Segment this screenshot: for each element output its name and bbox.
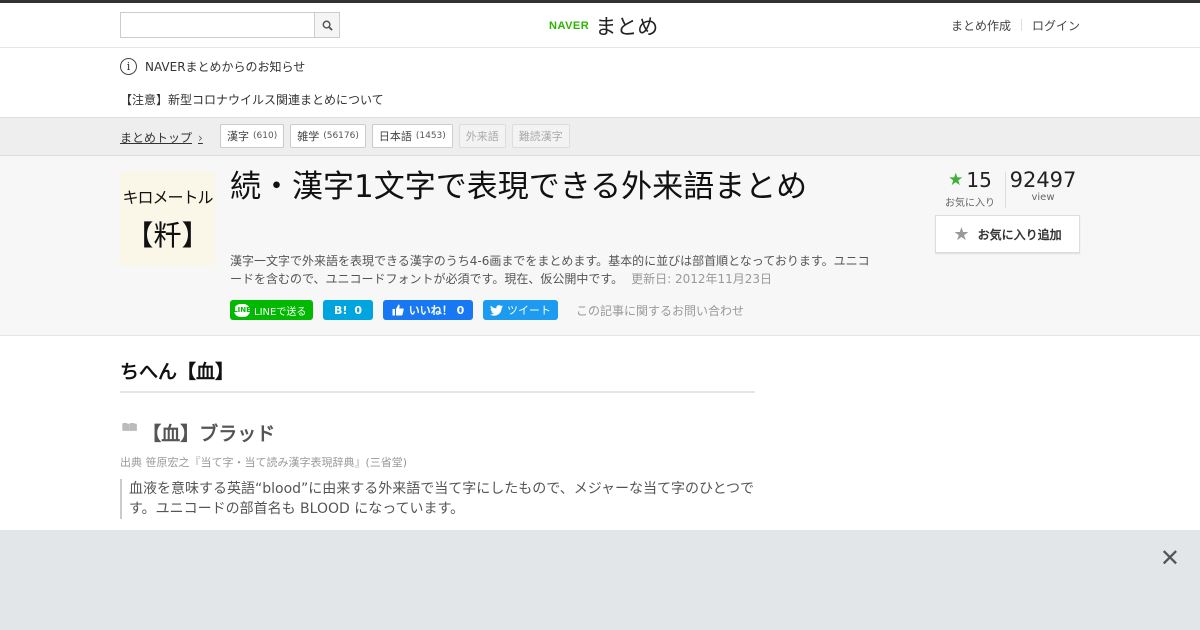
- view-count: 92497 view: [1006, 168, 1080, 209]
- tag-count: (56176): [323, 131, 359, 141]
- breadcrumb-top-label: まとめトップ: [120, 131, 193, 145]
- info-icon: i: [120, 58, 137, 75]
- article-description: 漢字一文字で外来語を表現できる漢字のうち4-6画までをまとめます。基本的に並びは…: [230, 252, 870, 288]
- login-link[interactable]: ログイン: [1032, 17, 1080, 34]
- quote-icon: ❝: [120, 422, 139, 443]
- facebook-like-label: いいね！ 0: [408, 304, 465, 317]
- article-stats: ★ 15 お気に入り 92497 view: [935, 168, 1080, 209]
- article-header: キロメートル 【粁】 続・漢字1文字で表現できる外来語まとめ 漢字一文字で外来語…: [0, 156, 1200, 336]
- thumbnail-text-top: キロメートル: [122, 187, 213, 207]
- tag-list: 漢字 (610) 雑学 (56176) 日本語 (1453) 外来語 難読漢字: [220, 124, 576, 148]
- tag-gairaigo[interactable]: 外来語: [458, 124, 506, 148]
- tag-kanji[interactable]: 漢字 (610): [220, 124, 285, 148]
- close-icon[interactable]: ✕: [1160, 546, 1180, 570]
- facebook-like-button[interactable]: いいね！ 0: [383, 300, 473, 320]
- description-text: 漢字一文字で外来語を表現できる漢字のうち4-6画までをまとめます。基本的に並びは…: [230, 254, 870, 286]
- tag-label: 漢字: [227, 130, 249, 143]
- hatena-icon: B!: [333, 303, 348, 317]
- view-number: 92497: [1009, 168, 1077, 192]
- tag-nihongo[interactable]: 日本語 (1453): [371, 124, 453, 148]
- search-button[interactable]: [314, 13, 339, 37]
- twitter-bird-icon: [490, 304, 503, 316]
- breadcrumb-top-link[interactable]: まとめトップ ›: [120, 129, 203, 146]
- article-content: ちへん【血】 ❝ 【血】ブラッド 出典 笹原宏之『当て字・当て読み漢字表現辞典』…: [120, 357, 755, 519]
- header-nav: まとめ作成 ログイン: [951, 17, 1080, 34]
- quote-source[interactable]: 出典 笹原宏之『当て字・当て読み漢字表現辞典』(三省堂): [120, 454, 755, 470]
- site-logo[interactable]: NAVER まとめ: [549, 11, 658, 41]
- tag-label: 難読漢字: [518, 130, 563, 143]
- nav-divider: [1020, 19, 1022, 31]
- line-share-label: LINEで送る: [254, 306, 307, 318]
- thumbnail-text-kanji: 【粁】: [125, 218, 210, 252]
- search-icon: [322, 20, 333, 31]
- tag-zatsugaku[interactable]: 雑学 (56176): [290, 124, 366, 148]
- quote-body: 血液を意味する英語“blood”に由来する外来語で当て字にしたもので、メジャーな…: [120, 479, 755, 519]
- create-matome-link[interactable]: まとめ作成: [951, 17, 1011, 34]
- updated-date: 更新日: 2012年11月23日: [631, 272, 773, 286]
- logo-name: まとめ: [595, 15, 659, 39]
- site-header: NAVER まとめ まとめ作成 ログイン: [0, 3, 1200, 48]
- ad-banner: ✕: [0, 530, 1200, 630]
- article-thumbnail: キロメートル 【粁】: [120, 171, 215, 266]
- thumbs-up-icon: [392, 304, 404, 316]
- favorite-count: ★ 15 お気に入り: [935, 168, 1005, 209]
- tag-nandoku-kanji[interactable]: 難読漢字: [511, 124, 570, 148]
- quote-title-text: 【血】ブラッド: [142, 423, 276, 445]
- line-icon: LINE: [233, 303, 251, 317]
- line-share-button[interactable]: LINE LINEで送る: [230, 300, 313, 320]
- chevron-right-icon: ›: [198, 130, 203, 145]
- tag-label: 日本語: [378, 130, 412, 143]
- add-favorite-label: お気に入り追加: [977, 227, 1062, 242]
- notice-title: NAVERまとめからのお知らせ: [145, 60, 306, 74]
- notice-heading: i NAVERまとめからのお知らせ: [120, 58, 305, 75]
- favorite-label: お気に入り: [945, 198, 995, 209]
- search-box: [120, 12, 340, 38]
- tweet-label: ツイート: [507, 304, 551, 317]
- search-input[interactable]: [121, 13, 314, 37]
- hatena-bookmark-button[interactable]: B! 0: [323, 300, 373, 320]
- tag-count: (1453): [415, 131, 446, 141]
- section-heading: ちへん【血】: [120, 357, 755, 393]
- breadcrumb-bar: まとめトップ › 漢字 (610) 雑学 (56176) 日本語 (1453) 外来語…: [0, 118, 1200, 156]
- tag-count: (610): [253, 131, 278, 141]
- logo-brand: NAVER: [549, 20, 590, 32]
- tweet-button[interactable]: ツイート: [483, 300, 558, 320]
- star-outline-icon: ★: [953, 223, 970, 245]
- tag-label: 雑学: [297, 130, 320, 143]
- quote-heading: ❝ 【血】ブラッド: [120, 419, 755, 446]
- tag-label: 外来語: [465, 130, 499, 143]
- notice-link[interactable]: 【注意】新型コロナウイルス関連まとめについて: [120, 91, 384, 108]
- star-icon: ★: [948, 170, 964, 190]
- article-title: 続・漢字1文字で表現できる外来語まとめ: [230, 169, 808, 205]
- contact-link[interactable]: この記事に関するお問い合わせ: [576, 302, 744, 319]
- share-bar: LINE LINEで送る B! 0 いいね！ 0 ツイート この記事に関するお問…: [230, 300, 744, 320]
- view-label: view: [1031, 192, 1055, 203]
- hatena-count: 0: [354, 303, 363, 317]
- notice-area: i NAVERまとめからのお知らせ 【注意】新型コロナウイルス関連まとめについて: [0, 48, 1200, 118]
- favorite-number: 15: [966, 168, 992, 192]
- add-favorite-button[interactable]: ★ お気に入り追加: [935, 215, 1080, 253]
